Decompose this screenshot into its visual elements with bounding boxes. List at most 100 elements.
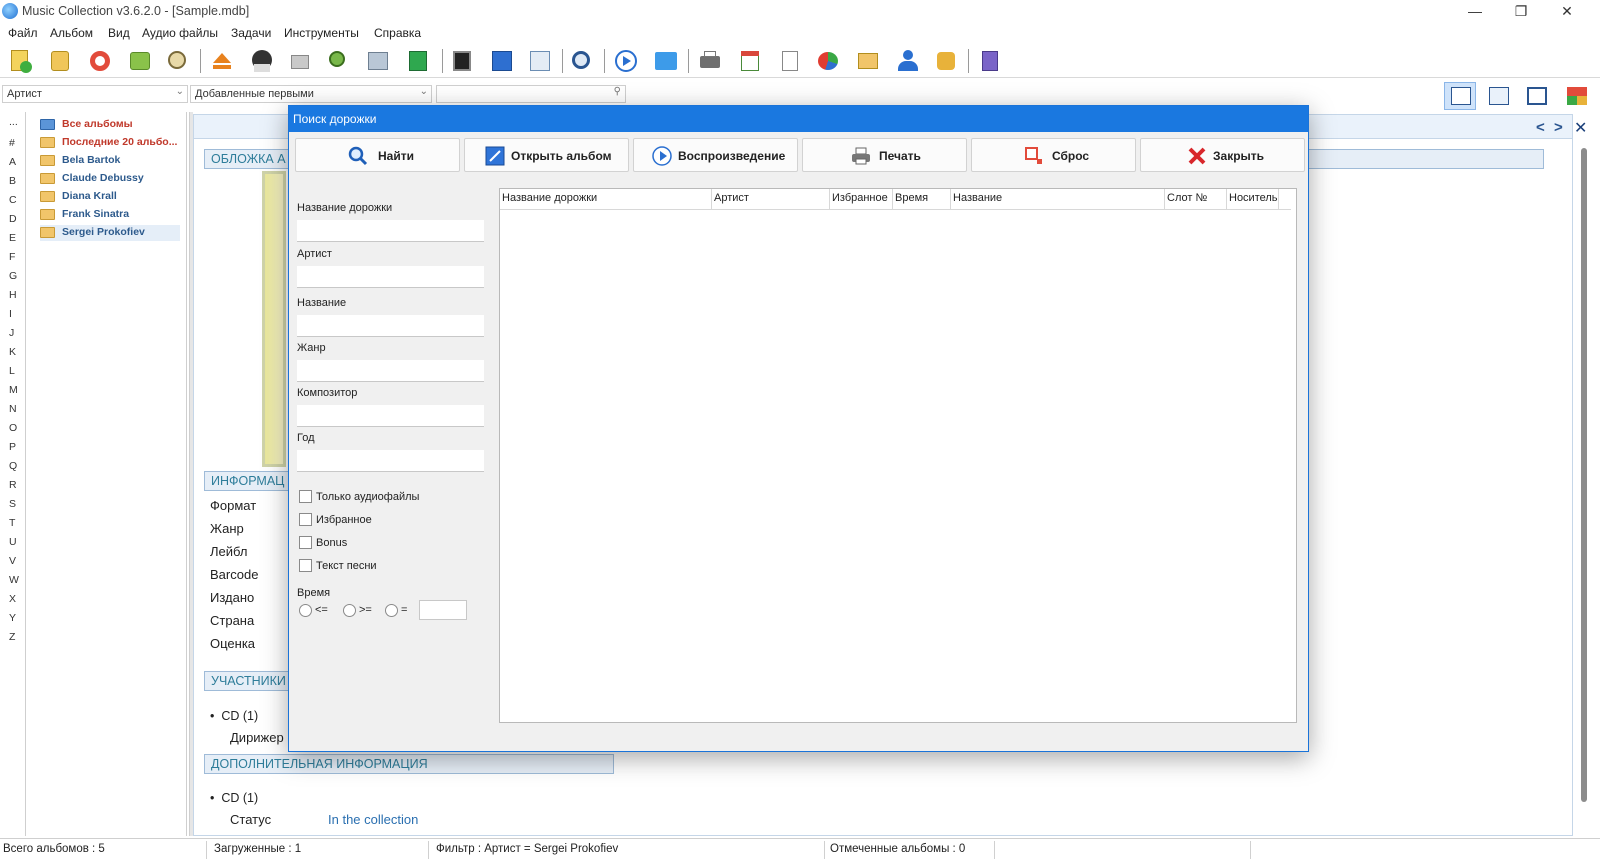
alpha-o[interactable]: O [9,422,17,434]
close-dialog-button[interactable]: Закрыть [1140,138,1305,172]
alpha-r[interactable]: R [9,479,17,491]
grid-view-button[interactable] [1520,82,1552,110]
artist-input[interactable] [297,266,484,288]
covers-view-button[interactable] [1560,82,1592,110]
find-cover-icon[interactable] [324,47,352,75]
refresh-album-icon[interactable] [126,47,154,75]
tree-item-sergei-prokofiev[interactable]: Sergei Prokofiev [40,225,180,241]
favorite-checkbox[interactable] [299,513,312,526]
report-icon[interactable] [776,47,804,75]
column-time[interactable]: Время [893,189,951,210]
year-input[interactable] [297,450,484,472]
group-by-combo[interactable]: Артист ⌄ [2,85,188,103]
menu-tasks[interactable]: Задачи [231,26,271,40]
restore-button[interactable]: ❐ [1498,0,1544,24]
eject-icon[interactable] [208,47,236,75]
menu-help[interactable]: Справка [374,26,421,40]
print-icon[interactable] [696,47,724,75]
title-input[interactable] [297,315,484,337]
menu-file[interactable]: Файл [8,26,38,40]
alpha-f[interactable]: F [9,251,15,263]
column-artist[interactable]: Артист [712,189,830,210]
help-ring-icon[interactable] [86,47,114,75]
tools-icon[interactable] [932,47,960,75]
alpha-x[interactable]: X [9,593,16,605]
menu-tools[interactable]: Инструменты [284,26,359,40]
album-search-icon[interactable] [526,47,554,75]
track-search-icon[interactable] [568,47,596,75]
time-ge-radio[interactable] [343,604,356,617]
tree-item-bela-bartok[interactable]: Bela Bartok [40,153,180,169]
alpha-y[interactable]: Y [9,612,16,624]
time-eq-radio[interactable] [385,604,398,617]
alpha-n[interactable]: N [9,403,17,415]
alpha-j[interactable]: J [9,327,14,339]
list-view-button[interactable] [1482,82,1514,110]
calendar-icon[interactable] [736,47,764,75]
menu-view[interactable]: Вид [108,26,130,40]
tree-item-all-albums[interactable]: Все альбомы [40,117,180,133]
find-button[interactable]: Найти [295,138,460,172]
alpha-hash[interactable]: # [9,137,15,149]
alpha-z[interactable]: Z [9,631,15,643]
reset-button[interactable]: Сброс [971,138,1136,172]
album-view-icon[interactable] [448,47,476,75]
alpha-l[interactable]: L [9,365,15,377]
vertical-scrollbar[interactable] [1581,148,1587,802]
statistics-icon[interactable] [814,47,842,75]
alpha-m[interactable]: M [9,384,18,396]
track-name-input[interactable] [297,220,484,242]
tree-item-claude-debussy[interactable]: Claude Debussy [40,171,180,187]
open-database-icon[interactable] [46,47,74,75]
alpha-v[interactable]: V [9,555,16,567]
details-view-button[interactable] [1444,82,1476,110]
search-input[interactable]: ⚲ [436,85,626,103]
alpha-s[interactable]: S [9,498,16,510]
alpha-dots[interactable]: ... [9,116,18,128]
menu-album[interactable]: Альбом [50,26,93,40]
sort-combo[interactable]: Добавленные первыми ⌄ [190,85,432,103]
play-button[interactable]: Воспроизведение [633,138,798,172]
next-arrow-icon[interactable]: > [1554,119,1563,136]
tree-item-frank-sinatra[interactable]: Frank Sinatra [40,207,180,223]
alpha-p[interactable]: P [9,441,16,453]
column-favorite[interactable]: Избранное [830,189,893,210]
time-input[interactable] [419,600,467,620]
genre-input[interactable] [297,360,484,382]
alpha-i[interactable]: I [9,308,12,320]
previous-arrow-icon[interactable]: < [1536,119,1545,136]
open-album-button[interactable]: Открыть альбом [464,138,629,172]
bonus-checkbox[interactable] [299,536,312,549]
text-disc-icon[interactable] [248,47,276,75]
edit-album-icon[interactable] [488,47,516,75]
scan-icon[interactable] [364,47,392,75]
search-album-icon[interactable] [164,47,192,75]
exit-icon[interactable] [976,47,1004,75]
play-icon[interactable] [612,47,640,75]
column-title[interactable]: Название [951,189,1165,210]
alpha-g[interactable]: G [9,270,17,282]
tree-item-diana-krall[interactable]: Diana Krall [40,189,180,205]
tree-item-recent-albums[interactable]: Последние 20 альбо... [40,135,186,151]
composer-input[interactable] [297,405,484,427]
alpha-k[interactable]: K [9,346,16,358]
lyrics-checkbox[interactable] [299,559,312,572]
alpha-a[interactable]: A [9,156,16,168]
minimize-button[interactable]: — [1452,0,1498,24]
alpha-c[interactable]: C [9,194,17,206]
close-panel-icon[interactable]: ✕ [1574,118,1587,138]
import-icon[interactable] [286,47,314,75]
print-button[interactable]: Печать [802,138,967,172]
alpha-w[interactable]: W [9,574,19,586]
time-le-radio[interactable] [299,604,312,617]
alpha-b[interactable]: B [9,175,16,187]
alpha-e[interactable]: E [9,232,16,244]
alpha-d[interactable]: D [9,213,17,225]
alpha-u[interactable]: U [9,536,17,548]
audio-only-checkbox[interactable] [299,490,312,503]
menu-audio-files[interactable]: Аудио файлы [142,26,218,40]
search-icon[interactable]: ⚲ [614,86,621,97]
column-slot[interactable]: Слот № [1165,189,1227,210]
alpha-h[interactable]: H [9,289,17,301]
new-album-icon[interactable] [6,47,34,75]
